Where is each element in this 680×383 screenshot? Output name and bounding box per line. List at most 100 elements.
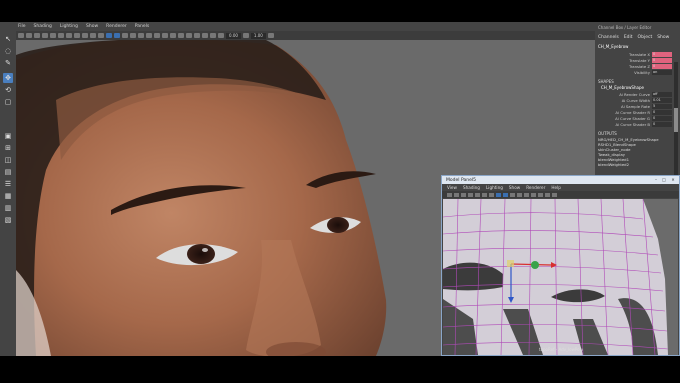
anti-aliasing-icon[interactable] [178,33,184,38]
model-panel-toolbar [442,191,679,198]
xray-icon[interactable] [531,192,536,197]
anti-aliasing-icon[interactable] [552,192,557,197]
maximize-icon[interactable]: □ [661,177,667,182]
xray-icon[interactable] [202,33,208,38]
gamma-field[interactable]: 1.00 [250,32,266,39]
attribute-value[interactable]: on [652,69,672,75]
color-management-icon[interactable] [267,33,274,38]
backface-icon[interactable] [218,33,224,38]
menu-renderer[interactable]: Renderer [106,24,127,29]
panel-camera-label: topoRef - Adv_lowPoly [539,347,584,352]
persp-graph-layout-icon[interactable]: ▤ [3,167,13,177]
exposure-field[interactable]: 0.00 [226,32,241,39]
bookmark-icon[interactable] [34,33,40,38]
safe-title-icon[interactable] [482,192,487,197]
grid-icon[interactable] [454,192,459,197]
smooth-shade-icon[interactable] [114,33,120,38]
attribute-value[interactable]: 0.01 [652,97,672,103]
output-node[interactable]: blendWeighted2 [595,162,680,167]
gate-mask-icon[interactable] [74,33,80,38]
attribute-label: Ai Curve Shader R [615,109,650,115]
xray-joints-icon[interactable] [210,33,216,38]
menu-lighting[interactable]: Lighting [60,24,78,29]
rotate-tool-icon[interactable]: ⟲ [3,85,13,95]
wireframe-on-shaded-icon[interactable] [130,33,136,38]
panel-menu-renderer[interactable]: Renderer [526,185,545,190]
panel-menu-shading[interactable]: Shading [463,185,480,190]
outliner-layout-icon[interactable]: ☰ [3,179,13,189]
grid-icon[interactable] [50,33,56,38]
object-name[interactable]: CH_M_Eyebrow [595,44,680,51]
panel-menu-help[interactable]: Help [551,185,561,190]
attribute-value[interactable]: 0 [652,109,672,115]
minimize-icon[interactable]: – [653,177,659,182]
panel-menu-show[interactable]: Show [509,185,520,190]
paint-select-tool-icon[interactable]: ✎ [3,58,13,68]
depth-of-field-icon[interactable] [186,33,192,38]
menu-show[interactable]: Show [86,24,98,29]
safe-action-icon[interactable] [90,33,96,38]
isolate-select-icon[interactable] [538,192,543,197]
textured-icon[interactable] [510,192,515,197]
model-panel-window[interactable]: Model Panel5 – □ ✕ View Shading Lighting… [441,175,680,356]
camera-icon[interactable] [18,33,24,38]
textured-icon[interactable] [138,33,144,38]
shadows-icon[interactable] [154,33,160,38]
lights-icon[interactable] [146,33,152,38]
tab-edit[interactable]: Edit [624,35,633,40]
scale-tool-icon[interactable]: ▢ [3,97,13,107]
image-plane-icon[interactable] [42,33,48,38]
attribute-value[interactable]: 0 [652,63,672,69]
isolate-select-icon[interactable] [194,33,200,38]
menu-shading[interactable]: Shading [34,24,52,29]
camera-attr-icon[interactable] [26,33,32,38]
safe-action-icon[interactable] [475,192,480,197]
smooth-shade-icon[interactable] [503,192,508,197]
film-gate-icon[interactable] [58,33,64,38]
ambient-occlusion-icon[interactable] [162,33,168,38]
layout-icon-3[interactable]: ▧ [3,215,13,225]
single-view-layout-icon[interactable]: ▣ [3,131,13,141]
field-chart-icon[interactable] [489,192,494,197]
attribute-value[interactable]: 0 [652,51,672,57]
menu-panels[interactable]: Panels [135,24,149,29]
four-view-layout-icon[interactable]: ⊞ [3,143,13,153]
model-panel-titlebar[interactable]: Model Panel5 – □ ✕ [442,176,679,184]
panel-menu-lighting[interactable]: Lighting [486,185,503,190]
attribute-value[interactable]: 0 [652,115,672,121]
side-by-side-layout-icon[interactable]: ◫ [3,155,13,165]
use-default-material-icon[interactable] [122,33,128,38]
attribute-value[interactable]: off [652,91,672,97]
wireframe-icon[interactable] [496,192,501,197]
attribute-value[interactable]: 0 [652,57,672,63]
menu-file[interactable]: File [18,24,26,29]
tab-show[interactable]: Show [657,35,669,40]
select-tool-icon[interactable]: ↖ [3,34,13,44]
camera-icon[interactable] [447,192,452,197]
depth-of-field-icon[interactable] [545,192,550,197]
motion-blur-icon[interactable] [170,33,176,38]
lights-icon[interactable] [517,192,522,197]
safe-title-icon[interactable] [98,33,104,38]
tab-object[interactable]: Object [638,35,653,40]
attribute-label: Ai Curve Shader G [615,115,650,121]
attribute-value[interactable]: 5 [652,103,672,109]
gamma-icon[interactable] [242,33,249,38]
field-chart-icon[interactable] [82,33,88,38]
channel-box-tabs: Channels Edit Object Show [595,31,680,44]
close-icon[interactable]: ✕ [670,177,676,182]
panel-menu-view[interactable]: View [447,185,457,190]
attribute-value[interactable]: 0 [652,121,672,127]
resolution-gate-icon[interactable] [66,33,72,38]
wireframe-icon[interactable] [106,33,112,38]
layout-icon[interactable]: ▦ [3,191,13,201]
topology-viewport[interactable]: topoRef - Adv_lowPoly [443,199,678,355]
film-gate-icon[interactable] [461,192,466,197]
move-tool-icon[interactable]: ✥ [3,73,13,83]
scrollbar-thumb[interactable] [674,108,678,132]
layout-icon-2[interactable]: ▥ [3,203,13,213]
lasso-tool-icon[interactable]: ◌ [3,46,13,56]
tab-channels[interactable]: Channels [598,35,619,40]
resolution-gate-icon[interactable] [468,192,473,197]
shadows-icon[interactable] [524,192,529,197]
